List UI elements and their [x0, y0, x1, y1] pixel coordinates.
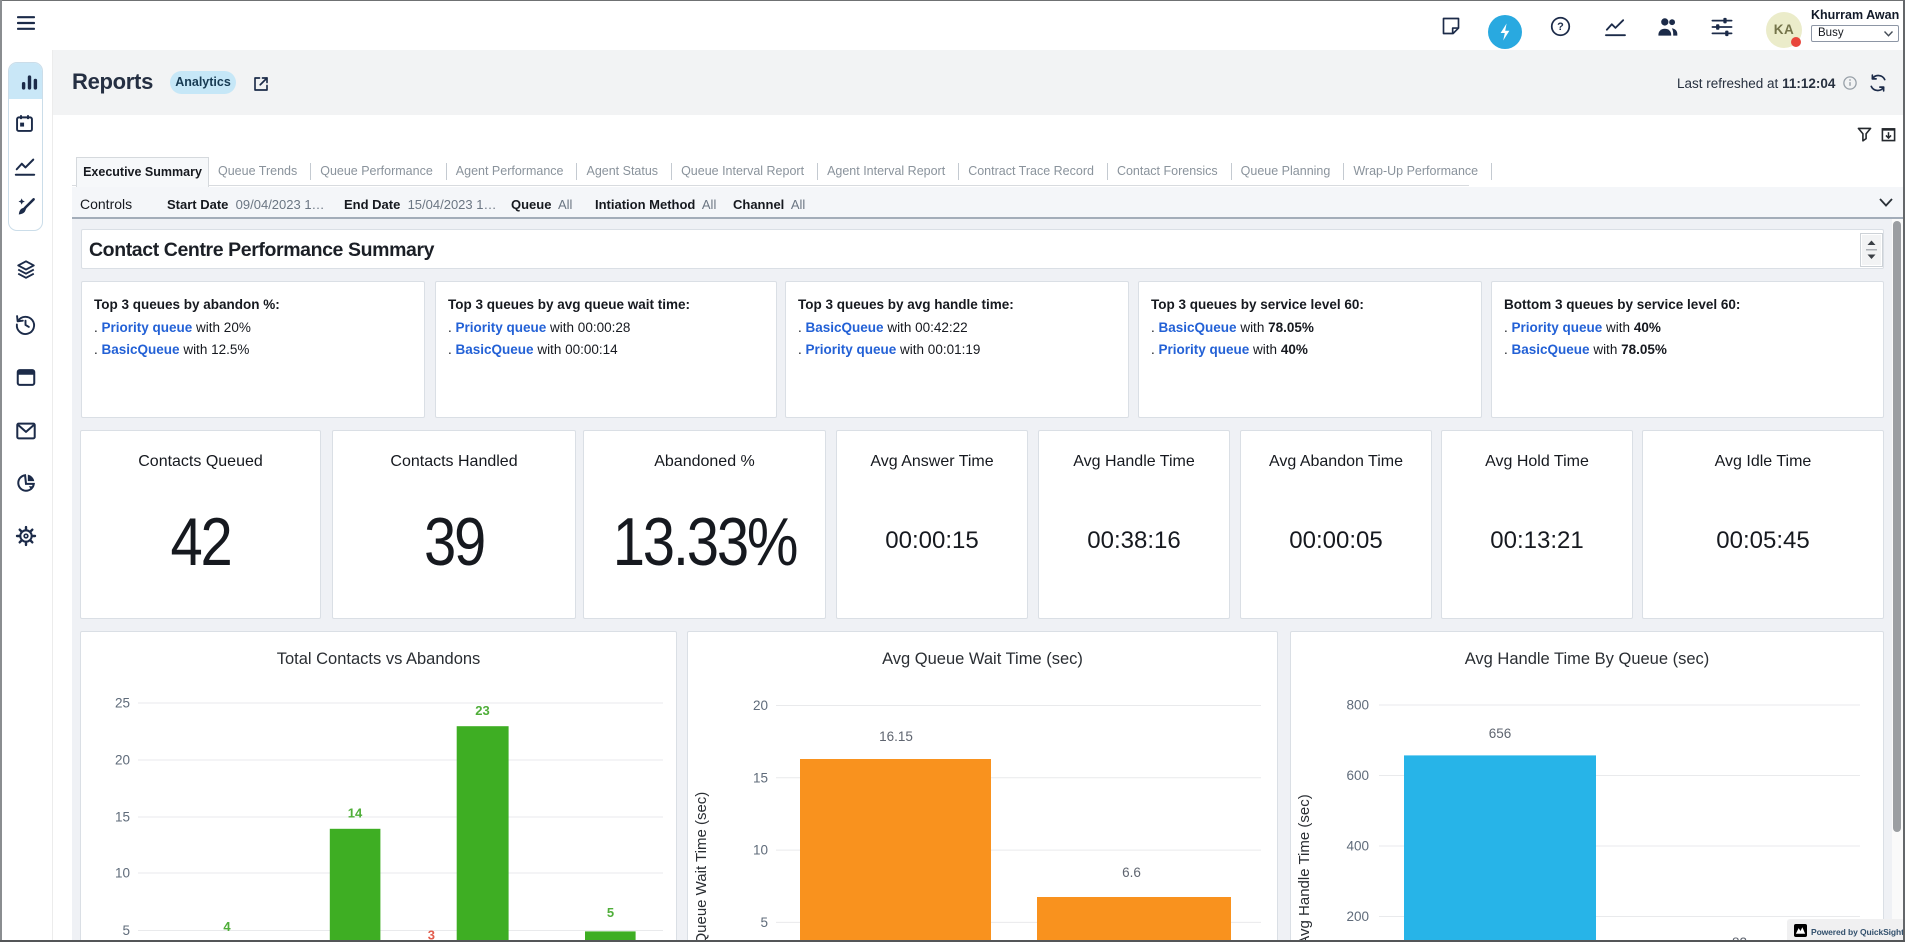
svg-text:20: 20 [115, 753, 130, 768]
svg-text:6.6: 6.6 [1122, 865, 1141, 880]
svg-text:5: 5 [607, 905, 614, 920]
svg-text:10: 10 [753, 843, 768, 858]
svg-text:5: 5 [122, 923, 130, 938]
svg-text:800: 800 [1346, 698, 1369, 713]
svg-text:20: 20 [753, 698, 768, 713]
svg-text:400: 400 [1346, 839, 1369, 854]
svg-text:25: 25 [115, 696, 130, 711]
svg-text:3: 3 [428, 928, 435, 942]
svg-text:5: 5 [760, 915, 768, 930]
svg-text:Avg Handle Time (sec): Avg Handle Time (sec) [1296, 794, 1313, 941]
svg-text:656: 656 [1489, 726, 1512, 741]
svg-text:600: 600 [1346, 768, 1369, 783]
svg-text:16.15: 16.15 [879, 729, 913, 744]
svg-text:?: ? [1557, 21, 1564, 33]
svg-text:15: 15 [115, 810, 130, 825]
svg-text:Avg Queue Wait Time (sec): Avg Queue Wait Time (sec) [693, 792, 710, 941]
svg-text:200: 200 [1346, 909, 1369, 924]
svg-text:4: 4 [223, 919, 231, 934]
svg-text:14: 14 [348, 806, 363, 821]
svg-text:10: 10 [115, 866, 130, 881]
svg-text:23: 23 [475, 703, 489, 718]
svg-text:15: 15 [753, 770, 768, 785]
